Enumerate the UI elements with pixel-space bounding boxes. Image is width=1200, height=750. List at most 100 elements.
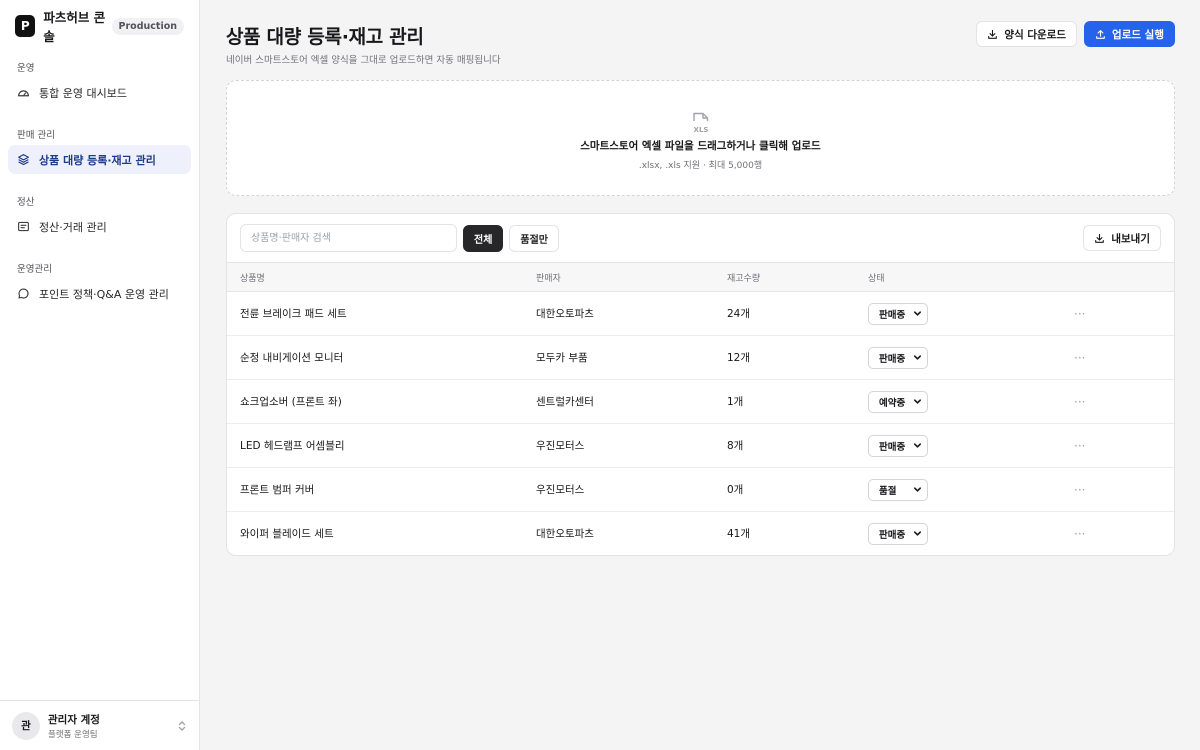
- chevron-down-icon: [913, 311, 922, 316]
- status-select[interactable]: 판매중: [868, 434, 928, 457]
- filter-all-button[interactable]: 전체: [463, 224, 504, 252]
- product-table-card: 전체 품절만 내보내기 상품명 판매자 재고수량 상태 전륜 브레이크 패드 세…: [226, 213, 1175, 556]
- more-actions-icon[interactable]: ···: [1068, 351, 1085, 365]
- table-row[interactable]: 순정 내비게이션 모니터 모두카 부품 12개 판매중 ···: [227, 335, 1174, 380]
- cell-product-name: 프론트 범퍼 커버: [227, 467, 536, 512]
- status-select-value: 판매중: [879, 309, 906, 321]
- table-toolbar: 전체 품절만 내보내기: [227, 214, 1174, 262]
- table-row[interactable]: 전륜 브레이크 패드 세트 대한오토파츠 24개 판매중 ···: [227, 291, 1174, 336]
- page-title: 상품 대량 등록·재고 관리: [226, 26, 424, 48]
- cell-product-name: 와이퍼 블레이드 세트: [240, 528, 334, 541]
- status-select[interactable]: 판매중: [868, 522, 928, 545]
- more-actions-icon[interactable]: ···: [1068, 439, 1085, 453]
- download-icon: [1095, 233, 1105, 243]
- sidebar-item-label: 정산·거래 관리: [39, 220, 107, 234]
- cell-product-name: 쇼크업소버 (프론트 좌): [227, 379, 536, 424]
- xls-icon-label: XLS: [693, 126, 708, 134]
- cell-seller: 모두카 부품: [536, 335, 727, 380]
- export-label: 내보내기: [1111, 232, 1150, 245]
- chevron-up-down-icon: [178, 720, 186, 731]
- table-row[interactable]: LED 헤드램프 어셈블리 우진모터스 8개 판매중 ···: [227, 423, 1174, 468]
- xls-file-icon: XLS: [692, 112, 708, 134]
- cell-stock: 12개: [727, 335, 868, 380]
- table-row[interactable]: 쇼크업소버 (프론트 좌) 센트럴카센터 1개 예약중 ···: [227, 379, 1174, 424]
- sidebar: P 파츠허브 콘솔 Production 운영 통합 운영 대시보드 판매 관리…: [0, 0, 200, 750]
- cell-status: 품절: [868, 467, 1068, 512]
- sidebar-item-label: 상품 대량 등록·재고 관리: [39, 153, 156, 167]
- account-name: 관리자 계정: [48, 713, 100, 726]
- column-header-stock[interactable]: 재고수량: [727, 262, 868, 292]
- chevron-down-icon: [913, 399, 922, 404]
- template-download-label: 양식 다운로드: [1004, 28, 1067, 41]
- status-select[interactable]: 예약중: [868, 390, 928, 413]
- sidebar-item-points-qa[interactable]: 포인트 정책·Q&A 운영 관리: [8, 279, 191, 308]
- chevron-down-icon: [913, 355, 922, 360]
- cell-stock: 24개: [727, 291, 868, 336]
- table-row[interactable]: 와이퍼 블레이드 세트 대한오토파츠 41개 판매중 ···: [227, 512, 1174, 556]
- cell-status: 판매중: [868, 335, 1068, 380]
- status-select-value: 판매중: [879, 353, 906, 365]
- more-actions-icon[interactable]: ···: [1068, 483, 1085, 497]
- avatar: 관: [12, 711, 40, 740]
- dashboard-gauge-icon: [18, 90, 29, 97]
- cell-status: 판매중: [868, 423, 1068, 468]
- more-actions-icon[interactable]: ···: [1068, 307, 1085, 321]
- download-icon: [988, 29, 998, 39]
- account-switcher[interactable]: 관 관리자 계정 플랫폼 운영팀: [0, 700, 199, 750]
- cell-status: 판매중: [868, 291, 1068, 336]
- nav-section-title-operations: 운영: [17, 63, 35, 74]
- export-button[interactable]: 내보내기: [1083, 225, 1161, 251]
- brand-header: P 파츠허브 콘솔 Production: [0, 0, 199, 52]
- table-header-row: 상품명 판매자 재고수량 상태: [227, 262, 1174, 292]
- cell-stock: 0개: [727, 467, 868, 512]
- brand-name: 파츠허브 콘솔: [43, 10, 106, 44]
- nav-section-title-sales: 판매 관리: [17, 130, 55, 141]
- nav-section-title-ops-management: 운영관리: [17, 264, 52, 275]
- cell-product-name: LED 헤드램프 어셈블리: [227, 423, 536, 468]
- status-select[interactable]: 품절: [868, 478, 928, 501]
- header-actions: 양식 다운로드 업로드 실행: [976, 21, 1175, 47]
- cell-status: 예약중: [868, 379, 1068, 424]
- status-select-value: 판매중: [879, 529, 906, 541]
- chevron-down-icon: [913, 531, 922, 536]
- sidebar-item-settlement[interactable]: 정산·거래 관리: [8, 212, 191, 241]
- more-actions-icon[interactable]: ···: [1068, 527, 1085, 541]
- status-select[interactable]: 판매중: [868, 302, 928, 325]
- table-body: 전륜 브레이크 패드 세트 대한오토파츠 24개 판매중 ··· 순정 내비게이션 모니터…: [227, 291, 1174, 556]
- brand-logo: P: [15, 15, 36, 37]
- column-header-product-name[interactable]: 상품명: [227, 262, 536, 292]
- cell-seller: 대한오토파츠: [536, 528, 594, 541]
- layers-icon: [18, 154, 29, 166]
- cell-stock: 1개: [727, 379, 868, 424]
- chat-bubble-icon: [18, 288, 29, 299]
- cell-seller: 우진모터스: [536, 467, 727, 512]
- more-actions-icon[interactable]: ···: [1068, 395, 1085, 409]
- column-header-seller[interactable]: 판매자: [536, 262, 727, 292]
- template-download-button[interactable]: 양식 다운로드: [976, 21, 1078, 47]
- filter-soldout-button[interactable]: 품절만: [509, 224, 560, 252]
- search-input[interactable]: [240, 224, 457, 252]
- cell-seller: 우진모터스: [536, 423, 727, 468]
- chevron-down-icon: [913, 487, 922, 492]
- status-select-value: 판매중: [879, 441, 906, 453]
- table-row[interactable]: 프론트 범퍼 커버 우진모터스 0개 품절 ···: [227, 467, 1174, 512]
- status-select[interactable]: 판매중: [868, 346, 928, 369]
- excel-upload-dropzone[interactable]: XLS 스마트스토어 엑셀 파일을 드래그하거나 클릭해 업로드 .xlsx, …: [226, 80, 1175, 196]
- cell-actions: ···: [1068, 512, 1174, 556]
- upload-icon: [1096, 29, 1105, 39]
- upload-run-button[interactable]: 업로드 실행: [1084, 21, 1175, 47]
- cell-product-name: 순정 내비게이션 모니터: [227, 335, 536, 380]
- account-team: 플랫폼 운영팀: [48, 729, 98, 740]
- nav-section-title-settlement: 정산: [17, 197, 35, 208]
- chevron-down-icon: [913, 443, 922, 448]
- status-select-value: 예약중: [879, 397, 906, 409]
- cell-actions: ···: [1068, 467, 1174, 512]
- column-header-actions: [1068, 262, 1174, 292]
- sidebar-item-bulk-products[interactable]: 상품 대량 등록·재고 관리: [8, 145, 191, 174]
- sidebar-item-dashboard[interactable]: 통합 운영 대시보드: [8, 78, 191, 107]
- dropzone-hint: .xlsx, .xls 지원 · 최대 5,000행: [638, 161, 763, 171]
- column-header-status[interactable]: 상태: [868, 262, 1068, 292]
- sidebar-item-label: 포인트 정책·Q&A 운영 관리: [39, 287, 169, 301]
- cell-stock: 8개: [727, 423, 868, 468]
- dropzone-title: 스마트스토어 엑셀 파일을 드래그하거나 클릭해 업로드: [580, 140, 821, 152]
